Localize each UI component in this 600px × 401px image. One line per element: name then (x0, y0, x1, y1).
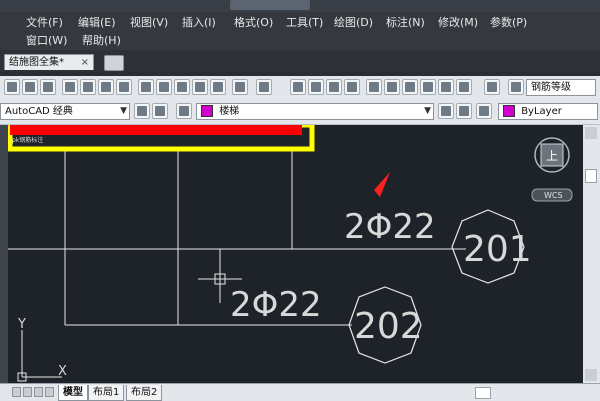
print-preview-icon[interactable] (80, 79, 96, 95)
color-value: ByLayer (521, 106, 562, 117)
open-file-icon[interactable] (22, 79, 38, 95)
layer-select[interactable]: 楼梯 ▼ (196, 103, 434, 120)
layout-tab-bar: 模型 布局1 布局2 (0, 383, 600, 401)
layer-color-swatch (201, 105, 213, 117)
beam-small-label: pk钢筋标注 (12, 136, 43, 144)
left-edge-strip (0, 125, 8, 383)
menu-tools[interactable]: 工具(T) (286, 14, 334, 32)
menu-draw[interactable]: 绘图(D) (334, 14, 386, 32)
pan-icon[interactable] (290, 79, 306, 95)
zoom-window-icon[interactable] (326, 79, 342, 95)
menu-row-1: 文件(F) 编辑(E) 视图(V) 插入(I) 格式(O) 工具(T) 绘图(D… (26, 14, 542, 32)
block-editor-icon[interactable] (210, 79, 226, 95)
menu-parametric[interactable]: 参数(P) (490, 14, 542, 32)
first-layout-icon[interactable] (12, 387, 21, 397)
new-file-icon[interactable] (4, 79, 20, 95)
vertical-scrollbar[interactable] (583, 125, 600, 383)
last-layout-icon[interactable] (45, 387, 54, 397)
wcs-label: WCS (544, 191, 563, 200)
scroll-thumb[interactable] (585, 169, 597, 183)
redo-icon[interactable] (256, 79, 272, 95)
chevron-down-icon: ▼ (120, 106, 127, 116)
document-tab[interactable]: 结施图全集* × (4, 54, 94, 70)
make-current-layer-icon[interactable] (438, 103, 454, 119)
menu-modify[interactable]: 修改(M) (438, 14, 490, 32)
horizontal-scroll-thumb[interactable] (475, 387, 491, 399)
bubble-202-label: 202 (354, 306, 423, 347)
tab-layout2[interactable]: 布局2 (126, 385, 163, 401)
document-tab-label: 结施图全集* (9, 57, 64, 68)
ucs-y-label: Y (17, 317, 26, 332)
title-bar (0, 0, 600, 12)
close-icon[interactable]: × (81, 55, 89, 71)
color-swatch (503, 105, 515, 117)
ucs-x-label: X (58, 364, 67, 379)
match-properties-icon[interactable] (192, 79, 208, 95)
save-icon[interactable] (40, 79, 56, 95)
zoom-realtime-icon[interactable] (308, 79, 324, 95)
paste-icon[interactable] (174, 79, 190, 95)
layers-toolbar: AutoCAD 经典 ▼ 楼梯 ▼ ByLayer (0, 100, 600, 125)
drawing-canvas[interactable]: pk钢筋标注 2Φ22 2Φ22 201 202 上 WCS Y X (8, 125, 583, 383)
scroll-up-icon[interactable] (585, 127, 597, 139)
publish-icon[interactable] (98, 79, 114, 95)
layer-value: 楼梯 (219, 106, 240, 117)
text-style-value: 钢筋等级 (531, 82, 571, 93)
copy-icon[interactable] (156, 79, 172, 95)
quickcalc-icon[interactable] (456, 79, 472, 95)
chevron-down-icon: ▼ (424, 106, 431, 116)
text-style-select[interactable]: 钢筋等级 (526, 79, 596, 96)
zoom-previous-icon[interactable] (344, 79, 360, 95)
design-center-icon[interactable] (384, 79, 400, 95)
menu-insert[interactable]: 插入(I) (182, 14, 234, 32)
viewcube[interactable]: 上 (534, 137, 570, 173)
standard-toolbar: 钢筋等级 (0, 76, 600, 101)
viewcube-top-label: 上 (546, 149, 558, 163)
next-layout-icon[interactable] (34, 387, 43, 397)
color-select[interactable]: ByLayer (498, 103, 598, 120)
tool-palettes-icon[interactable] (402, 79, 418, 95)
cut-icon[interactable] (138, 79, 154, 95)
text-style-icon[interactable] (508, 79, 524, 95)
customize-icon[interactable] (152, 103, 168, 119)
workspace-select[interactable]: AutoCAD 经典 ▼ (0, 103, 130, 120)
menu-view[interactable]: 视图(V) (130, 14, 182, 32)
sheet-set-icon[interactable] (420, 79, 436, 95)
bubble-201-label: 201 (463, 229, 532, 270)
red-arrow-pointer (374, 172, 390, 197)
workspace-settings-icon[interactable] (134, 103, 150, 119)
rebar-label-1: 2Φ22 (344, 207, 436, 247)
print-icon[interactable] (62, 79, 78, 95)
menu-format[interactable]: 格式(O) (234, 14, 286, 32)
menu-window[interactable]: 窗口(W) (26, 32, 82, 50)
new-tab-button[interactable] (104, 55, 124, 71)
help-icon[interactable] (484, 79, 500, 95)
properties-icon[interactable] (366, 79, 382, 95)
menu-help[interactable]: 帮助(H) (82, 32, 138, 50)
layer-states-icon[interactable] (476, 103, 492, 119)
drawing-svg: pk钢筋标注 2Φ22 2Φ22 201 202 上 WCS Y X (8, 125, 573, 382)
menu-bar: 文件(F) 编辑(E) 视图(V) 插入(I) 格式(O) 工具(T) 绘图(D… (0, 12, 600, 50)
tab-model[interactable]: 模型 (58, 385, 88, 401)
markup-icon[interactable] (438, 79, 454, 95)
prev-layout-icon[interactable] (23, 387, 32, 397)
tab-layout1[interactable]: 布局1 (88, 385, 125, 401)
red-beam-fill (10, 125, 302, 135)
plot-icon[interactable] (116, 79, 132, 95)
menu-edit[interactable]: 编辑(E) (78, 14, 130, 32)
rebar-label-2: 2Φ22 (230, 285, 322, 325)
search-box[interactable] (230, 0, 310, 10)
menu-row-2: 窗口(W) 帮助(H) (26, 32, 138, 50)
document-tab-bar: 结施图全集* × (0, 50, 600, 72)
menu-file[interactable]: 文件(F) (26, 14, 78, 32)
layer-previous-icon[interactable] (456, 103, 472, 119)
layer-properties-icon[interactable] (176, 103, 192, 119)
menu-dimension[interactable]: 标注(N) (386, 14, 438, 32)
scroll-down-icon[interactable] (585, 369, 597, 381)
workspace-value: AutoCAD 经典 (5, 106, 73, 117)
undo-icon[interactable] (232, 79, 248, 95)
